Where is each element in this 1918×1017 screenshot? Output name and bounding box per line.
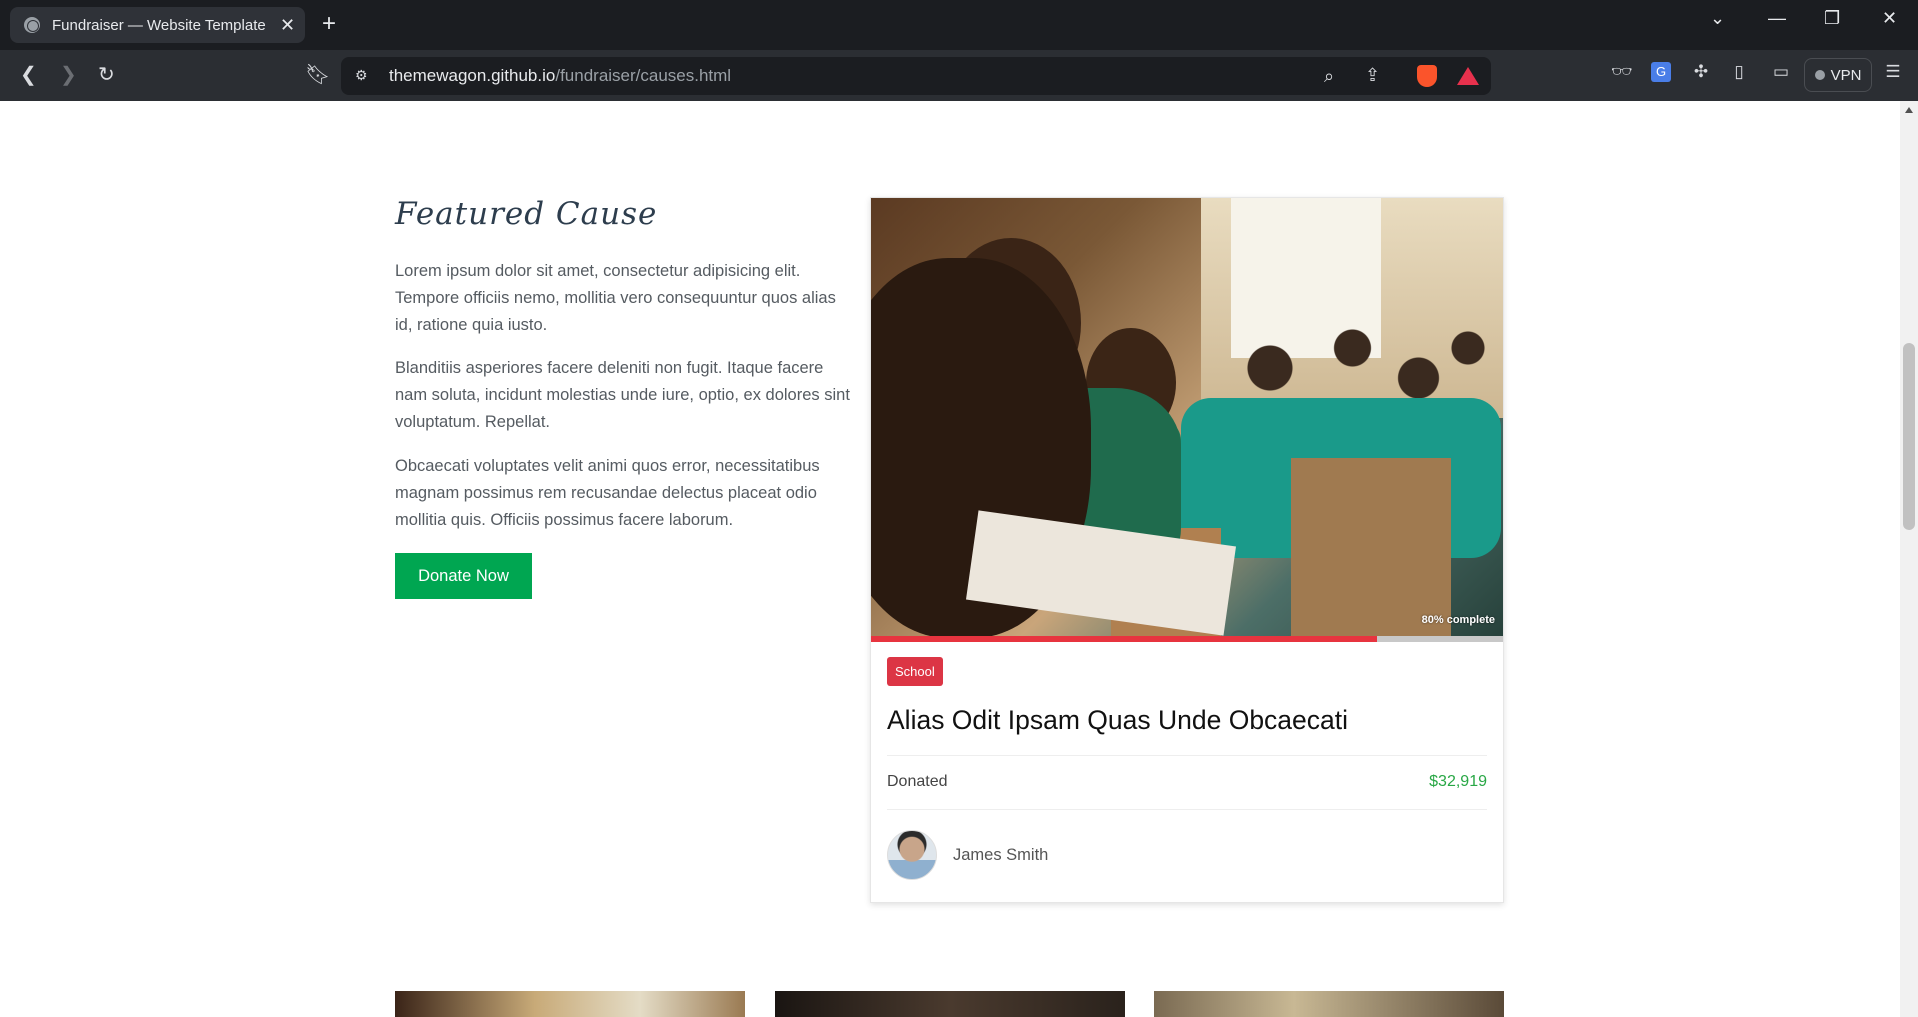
author-avatar	[887, 830, 937, 880]
cause-thumbnail-1[interactable]	[395, 991, 745, 1017]
featured-paragraph-2: Blanditiis asperiores facere deleniti no…	[395, 359, 850, 431]
page-scrollbar[interactable]	[1900, 101, 1918, 1017]
wallet-icon[interactable]: ▭	[1771, 62, 1791, 82]
progress-bar	[871, 636, 1503, 642]
author-name: James Smith	[953, 846, 1049, 864]
cause-card[interactable]: 80% complete School Alias Odit Ipsam Qua…	[870, 197, 1504, 903]
progress-label: 80% complete	[1421, 614, 1495, 626]
address-bar[interactable]: ⚙ themewagon.github.io/fundraiser/causes…	[341, 57, 1491, 95]
image-desk	[1291, 458, 1451, 636]
cause-image[interactable]: 80% complete	[871, 198, 1503, 636]
vpn-label: VPN	[1830, 66, 1862, 84]
zoom-icon[interactable]: ⌕	[1324, 66, 1334, 87]
tab-search-chevron-icon[interactable]: ⌄	[1710, 8, 1725, 29]
minimize-icon[interactable]: —	[1768, 8, 1786, 29]
cause-thumbnail-3[interactable]	[1154, 991, 1504, 1017]
close-tab-icon[interactable]: ✕	[280, 15, 295, 36]
donate-now-button[interactable]: Donate Now	[395, 553, 532, 599]
cause-thumbnail-2[interactable]	[775, 991, 1125, 1017]
menu-icon[interactable]: ☰	[1883, 62, 1903, 82]
featured-cause-heading: Featured Cause	[395, 196, 658, 232]
back-icon[interactable]: ❮	[20, 64, 37, 86]
featured-paragraph-3: Obcaecati voluptates velit animi quos er…	[395, 457, 820, 529]
browser-toolbar: ❮ ❯ ↻ 🔖︎ ⚙ themewagon.github.io/fundrais…	[0, 50, 1918, 101]
brave-shields-icon[interactable]	[1417, 65, 1437, 87]
divider	[887, 755, 1487, 756]
progress-fill	[871, 636, 1377, 642]
scroll-up-arrow-icon[interactable]	[1905, 107, 1913, 113]
reload-icon[interactable]: ↻	[98, 64, 115, 86]
tab-title: Fundraiser — Website Template	[52, 16, 266, 34]
page-viewport: Featured Cause Lorem ipsum dolor sit ame…	[0, 101, 1900, 1017]
url-host: themewagon.github.io	[389, 66, 556, 85]
brave-rewards-icon[interactable]	[1457, 67, 1479, 85]
forward-icon[interactable]: ❯	[60, 64, 77, 86]
restore-icon[interactable]: ❐	[1824, 8, 1840, 29]
category-tag[interactable]: School	[887, 657, 943, 686]
donated-amount: $32,919	[1429, 773, 1487, 790]
extension-glasses-icon[interactable]: 👓︎	[1611, 62, 1633, 82]
url-path: /fundraiser/causes.html	[555, 66, 732, 85]
translate-icon[interactable]: G	[1651, 62, 1671, 82]
bookmark-icon[interactable]: 🔖︎	[305, 64, 330, 86]
featured-paragraph-1: Lorem ipsum dolor sit amet, consectetur …	[395, 262, 836, 334]
globe-icon	[24, 17, 40, 33]
browser-tab[interactable]: Fundraiser — Website Template ✕	[10, 7, 305, 43]
vpn-status-icon	[1814, 70, 1825, 80]
cause-title[interactable]: Alias Odit Ipsam Quas Unde Obcaecati	[887, 705, 1348, 736]
browser-titlebar: Fundraiser — Website Template ✕ + ⌄ — ❐ …	[0, 0, 1918, 50]
site-settings-icon[interactable]: ⚙	[355, 67, 373, 85]
url-text: themewagon.github.io/fundraiser/causes.h…	[389, 66, 731, 86]
share-icon[interactable]: ⇪	[1365, 65, 1380, 86]
new-tab-button[interactable]: +	[322, 10, 336, 38]
sidebar-icon[interactable]: ▯	[1729, 62, 1749, 82]
divider	[887, 809, 1487, 810]
close-window-icon[interactable]: ✕	[1882, 8, 1897, 29]
extensions-puzzle-icon[interactable]: ✣	[1691, 62, 1711, 82]
vpn-button[interactable]: VPN	[1804, 58, 1872, 92]
scrollbar-thumb[interactable]	[1903, 343, 1915, 530]
donated-label: Donated	[887, 773, 948, 790]
